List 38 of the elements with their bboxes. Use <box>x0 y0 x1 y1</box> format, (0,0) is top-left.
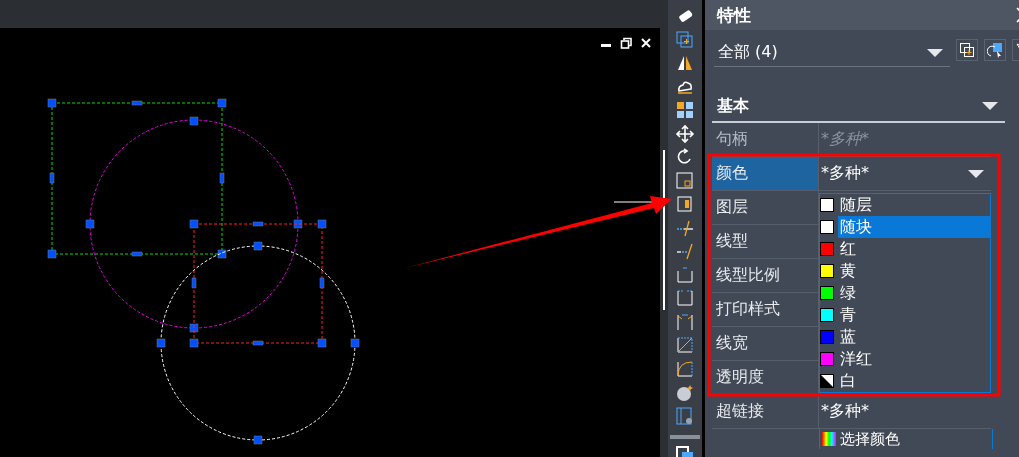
color-option[interactable]: 随层 <box>820 194 990 216</box>
property-label[interactable]: 颜色 <box>712 157 819 190</box>
diagonal-swatch-icon <box>820 374 834 388</box>
rainbow-swatch-icon <box>822 432 836 446</box>
color-option[interactable]: 白 <box>820 370 990 392</box>
color-option[interactable]: 青 <box>820 304 990 326</box>
move-icon[interactable] <box>675 123 695 144</box>
color-option[interactable]: 黄 <box>820 260 990 282</box>
scale-icon[interactable] <box>675 170 695 191</box>
caret-icon <box>981 101 999 111</box>
color-option[interactable]: 绿 <box>820 282 990 304</box>
section-title: 基本 <box>717 95 749 117</box>
color-option[interactable]: 洋红 <box>820 348 990 370</box>
fillet-icon[interactable] <box>675 358 695 379</box>
stretch-icon[interactable] <box>675 194 695 214</box>
restore-icon[interactable] <box>620 37 632 49</box>
break-icon[interactable] <box>675 264 695 285</box>
copy-icon[interactable] <box>959 42 975 58</box>
color-option[interactable]: 蓝 <box>820 326 990 348</box>
caret-icon <box>926 47 944 58</box>
panel-title: 特性 <box>717 3 751 27</box>
break-at-point-icon[interactable] <box>675 288 695 308</box>
selection-dropdown[interactable]: 全部 (4) <box>714 39 950 67</box>
join-icon[interactable] <box>675 311 695 332</box>
select-objects-icon[interactable] <box>987 42 1003 58</box>
property-value[interactable]: *多种* <box>819 157 991 190</box>
section-header[interactable]: 基本 <box>712 91 1005 123</box>
select-color-option[interactable]: 选择颜色 <box>819 429 993 449</box>
block-edit-icon[interactable] <box>675 405 695 426</box>
property-value[interactable]: *多种* <box>819 395 991 428</box>
property-label[interactable]: 超链接 <box>712 395 819 428</box>
color-option[interactable]: 红 <box>820 238 990 260</box>
chamfer-icon[interactable] <box>675 335 695 355</box>
extend-icon[interactable] <box>675 241 695 261</box>
close-icon[interactable] <box>640 37 652 49</box>
grid-icon[interactable] <box>675 100 695 120</box>
caret-icon <box>967 168 985 179</box>
copy-icon[interactable] <box>675 29 695 50</box>
